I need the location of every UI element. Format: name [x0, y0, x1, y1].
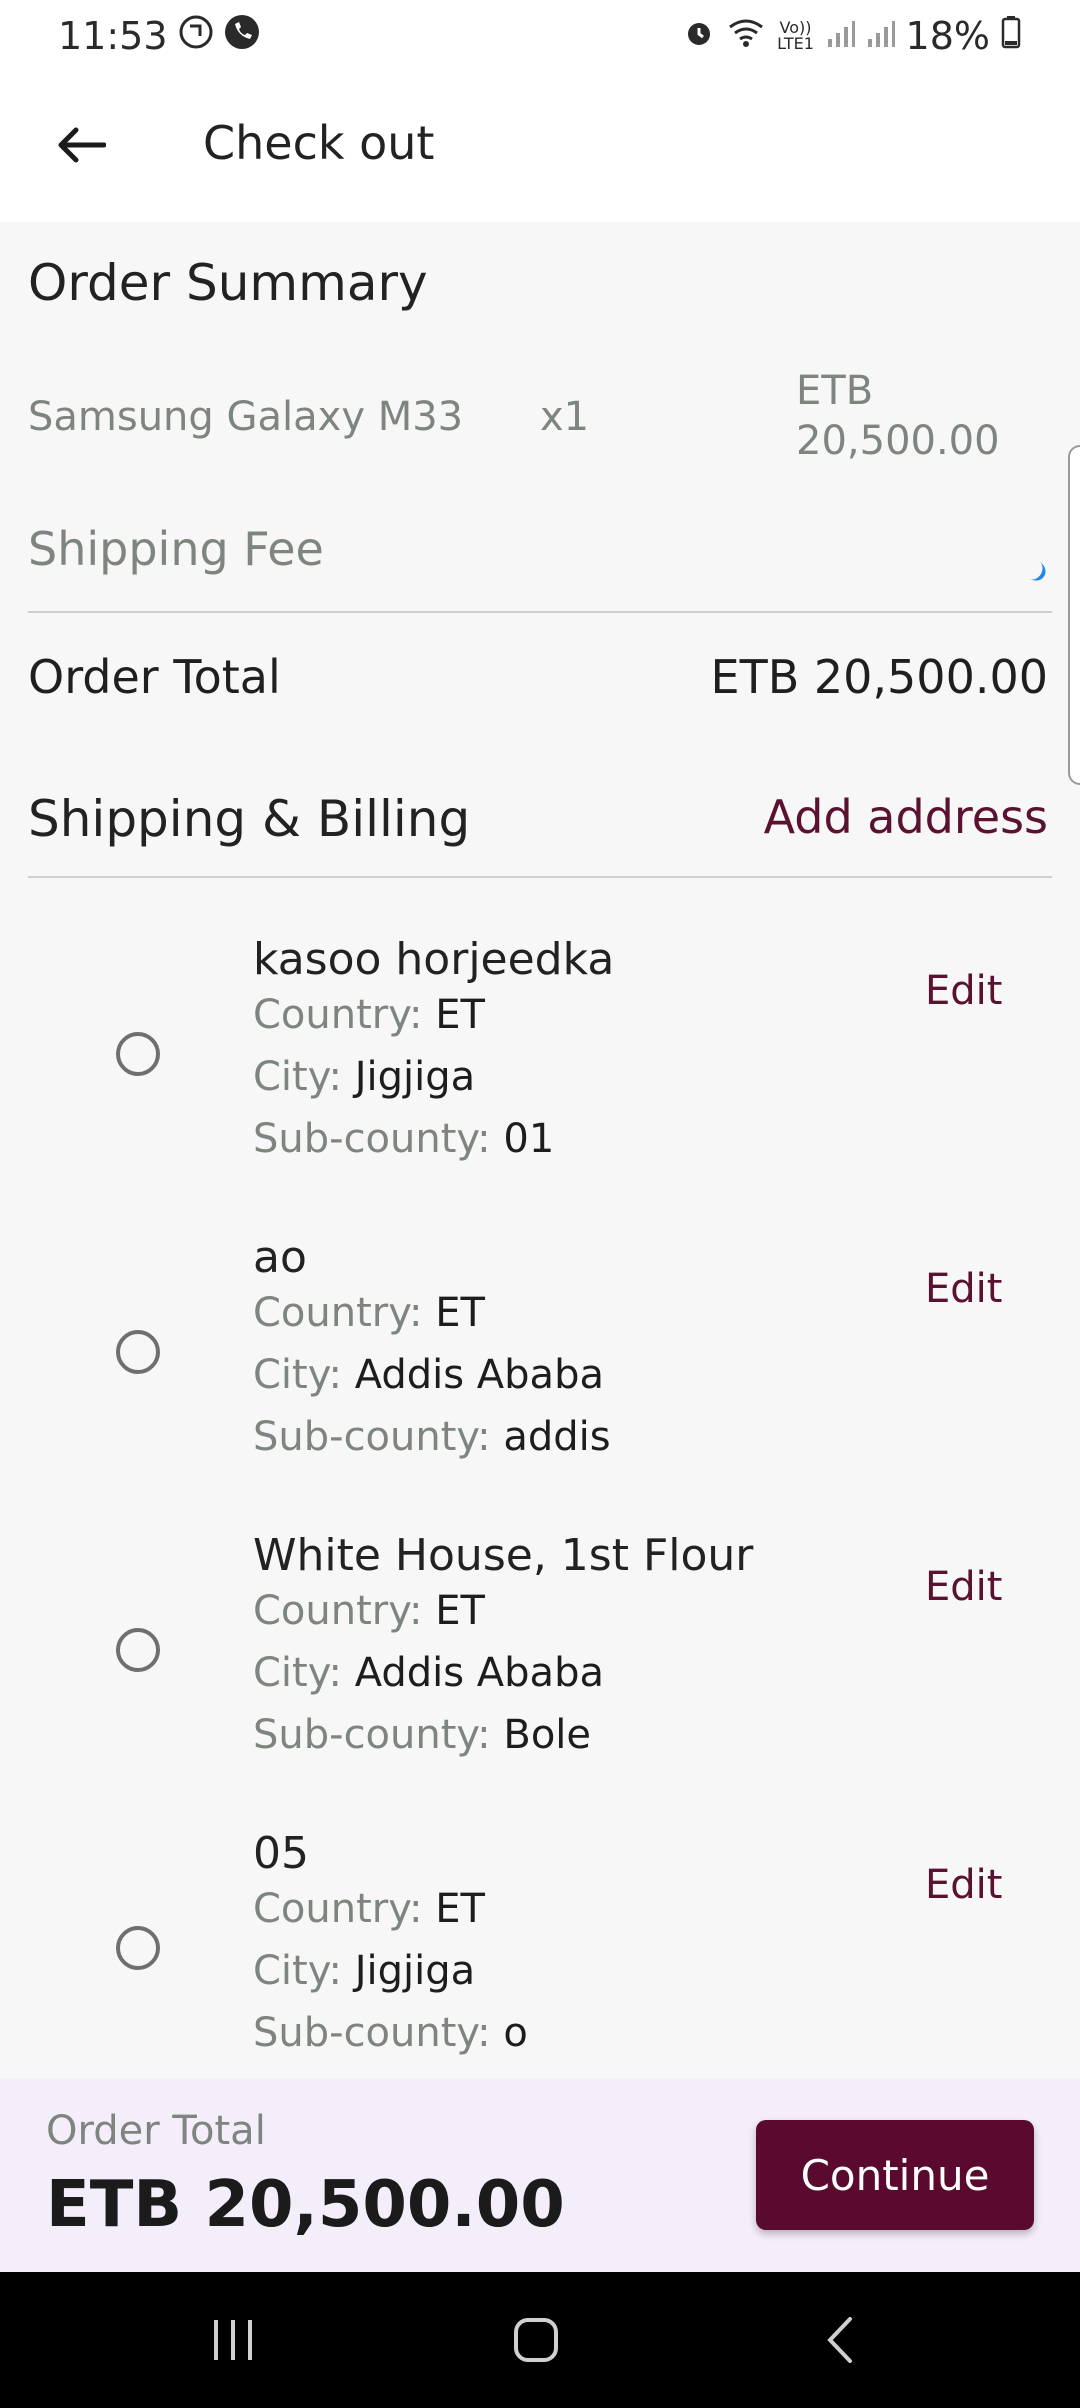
address-radio[interactable]: [116, 1926, 160, 1970]
alarm-icon: [682, 14, 716, 58]
address-radio[interactable]: [116, 1628, 160, 1672]
order-summary-title: Order Summary: [28, 254, 428, 312]
address-title: White House, 1st Flour: [253, 1530, 754, 1581]
subcounty-label: Sub-county:: [253, 2010, 504, 2056]
recent-apps-icon[interactable]: [203, 2312, 263, 2368]
address-country: Country: ET: [253, 1290, 485, 1336]
address-city: City: Addis Ababa: [253, 1352, 604, 1398]
divider: [28, 611, 1052, 613]
loading-spinner-icon: [1018, 555, 1050, 585]
status-bar: 11:53 Vo)) LTE1 18%: [0, 0, 1080, 72]
subcounty-value: Bole: [503, 1712, 592, 1758]
add-address-button[interactable]: Add address: [764, 790, 1048, 844]
battery-text: 18%: [905, 14, 990, 58]
city-value: Jigjiga: [354, 1948, 476, 1994]
address-radio[interactable]: [116, 1330, 160, 1374]
address-country: Country: ET: [253, 1886, 485, 1932]
address-subcounty: Sub-county: addis: [253, 1414, 611, 1460]
call-forward-icon: [178, 14, 214, 59]
checkout-content[interactable]: Order Summary Samsung Galaxy M33 x1 ETB …: [0, 222, 1080, 2078]
address-title: kasoo horjeedka: [253, 934, 615, 985]
back-icon[interactable]: [810, 2312, 870, 2368]
order-total-value: ETB 20,500.00: [710, 650, 1048, 704]
phone-icon: [224, 14, 260, 59]
country-value: ET: [435, 992, 485, 1038]
address-title: 05: [253, 1828, 309, 1879]
country-value: ET: [435, 1588, 485, 1634]
address-city: City: Addis Ababa: [253, 1650, 604, 1696]
city-label: City:: [253, 1054, 355, 1100]
app-bar: Check out: [0, 72, 1080, 222]
item-price-amount: 20,500.00: [796, 418, 1000, 464]
address-country: Country: ET: [253, 1588, 485, 1634]
address-item[interactable]: ao Country: ET City: Addis Ababa Sub-cou…: [0, 1232, 1080, 1532]
address-subcounty: Sub-county: o: [253, 2010, 528, 2056]
subcounty-label: Sub-county:: [253, 1116, 504, 1162]
volte-icon: Vo)) LTE1: [777, 18, 814, 53]
country-value: ET: [435, 1290, 485, 1336]
city-value: Jigjiga: [354, 1054, 476, 1100]
status-time: 11:53: [58, 14, 168, 58]
item-quantity: x1: [540, 394, 590, 440]
country-label: Country:: [253, 1588, 436, 1634]
address-country: Country: ET: [253, 992, 485, 1038]
scroll-handle[interactable]: [1068, 445, 1080, 785]
shipping-billing-title: Shipping & Billing: [28, 790, 471, 848]
signal-icon: [866, 14, 896, 58]
subcounty-value: 01: [503, 1116, 555, 1162]
back-button[interactable]: [46, 110, 116, 180]
page-title: Check out: [203, 116, 435, 170]
divider: [28, 876, 1052, 878]
footer-total-label: Order Total: [46, 2108, 266, 2154]
order-total-label: Order Total: [28, 650, 281, 704]
home-icon[interactable]: [506, 2312, 566, 2368]
address-item[interactable]: kasoo horjeedka Country: ET City: Jigjig…: [0, 934, 1080, 1234]
signal-icon: [826, 14, 856, 58]
city-label: City:: [253, 1948, 355, 1994]
battery-icon: [1000, 14, 1022, 58]
arrow-left-icon: [58, 127, 106, 163]
item-price: ETB 20,500.00: [796, 366, 1036, 466]
city-label: City:: [253, 1352, 355, 1398]
subcounty-value: addis: [503, 1414, 611, 1460]
wifi-icon: [726, 14, 766, 58]
subcounty-label: Sub-county:: [253, 1414, 504, 1460]
address-subcounty: Sub-county: Bole: [253, 1712, 591, 1758]
continue-button[interactable]: Continue: [756, 2120, 1034, 2230]
subcounty-value: o: [503, 2010, 528, 2056]
edit-address-button[interactable]: Edit: [925, 968, 1002, 1014]
item-name: Samsung Galaxy M33: [28, 394, 464, 440]
system-nav-bar: [0, 2272, 1080, 2408]
item-price-currency: ETB: [796, 368, 874, 414]
address-item[interactable]: White House, 1st Flour Country: ET City:…: [0, 1530, 1080, 1830]
shipping-fee-label: Shipping Fee: [28, 522, 324, 576]
city-label: City:: [253, 1650, 355, 1696]
checkout-footer: Order Total ETB 20,500.00 Continue: [0, 2078, 1080, 2272]
subcounty-label: Sub-county:: [253, 1712, 504, 1758]
address-title: ao: [253, 1232, 307, 1283]
country-label: Country:: [253, 992, 436, 1038]
city-value: Addis Ababa: [354, 1352, 604, 1398]
status-right: Vo)) LTE1 18%: [682, 14, 1022, 58]
address-radio[interactable]: [116, 1032, 160, 1076]
country-label: Country:: [253, 1290, 436, 1336]
country-value: ET: [435, 1886, 485, 1932]
edit-address-button[interactable]: Edit: [925, 1862, 1002, 1908]
address-city: City: Jigjiga: [253, 1948, 475, 1994]
edit-address-button[interactable]: Edit: [925, 1266, 1002, 1312]
footer-total-value: ETB 20,500.00: [46, 2168, 565, 2242]
address-city: City: Jigjiga: [253, 1054, 475, 1100]
address-subcounty: Sub-county: 01: [253, 1116, 554, 1162]
city-value: Addis Ababa: [354, 1650, 604, 1696]
edit-address-button[interactable]: Edit: [925, 1564, 1002, 1610]
country-label: Country:: [253, 1886, 436, 1932]
status-left: 11:53: [58, 14, 260, 59]
